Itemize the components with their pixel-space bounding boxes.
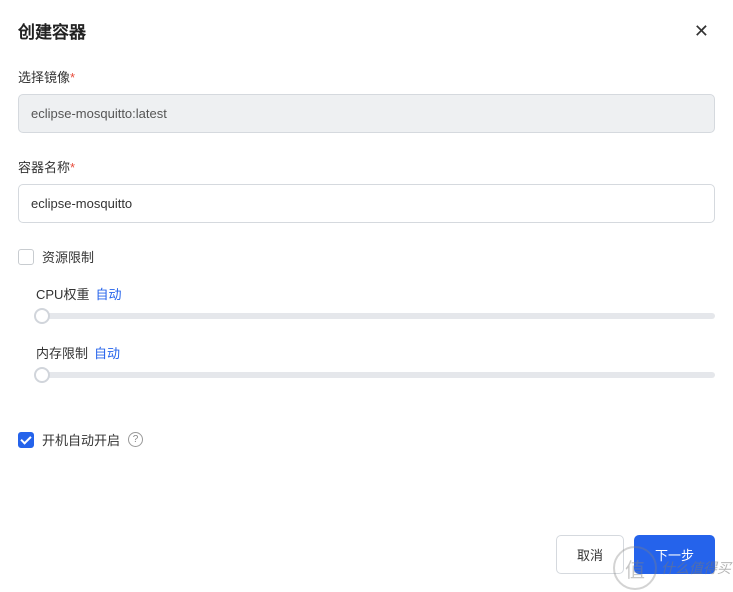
memory-slider-handle[interactable] xyxy=(34,367,50,383)
close-icon: ✕ xyxy=(694,21,709,41)
image-label: 选择镜像* xyxy=(18,67,715,86)
cpu-weight-slider[interactable] xyxy=(36,313,715,319)
cpu-slider-handle[interactable] xyxy=(34,308,50,324)
cancel-button[interactable]: 取消 xyxy=(556,535,624,574)
autostart-checkbox[interactable] xyxy=(18,432,34,448)
close-button[interactable]: ✕ xyxy=(688,20,715,42)
memory-limit-slider[interactable] xyxy=(36,372,715,378)
resource-limit-label: 资源限制 xyxy=(42,247,94,266)
cpu-weight-label: CPU权重 xyxy=(36,284,89,303)
help-icon[interactable]: ? xyxy=(128,432,143,447)
modal-title: 创建容器 xyxy=(18,18,86,43)
image-input[interactable] xyxy=(18,94,715,133)
next-button[interactable]: 下一步 xyxy=(634,535,715,574)
autostart-label: 开机自动开启 xyxy=(42,430,120,449)
container-name-label: 容器名称* xyxy=(18,157,715,176)
memory-limit-value: 自动 xyxy=(94,343,120,362)
container-name-input[interactable] xyxy=(18,184,715,223)
cpu-weight-value: 自动 xyxy=(95,284,121,303)
memory-limit-label: 内存限制 xyxy=(36,343,88,362)
resource-limit-checkbox[interactable] xyxy=(18,249,34,265)
